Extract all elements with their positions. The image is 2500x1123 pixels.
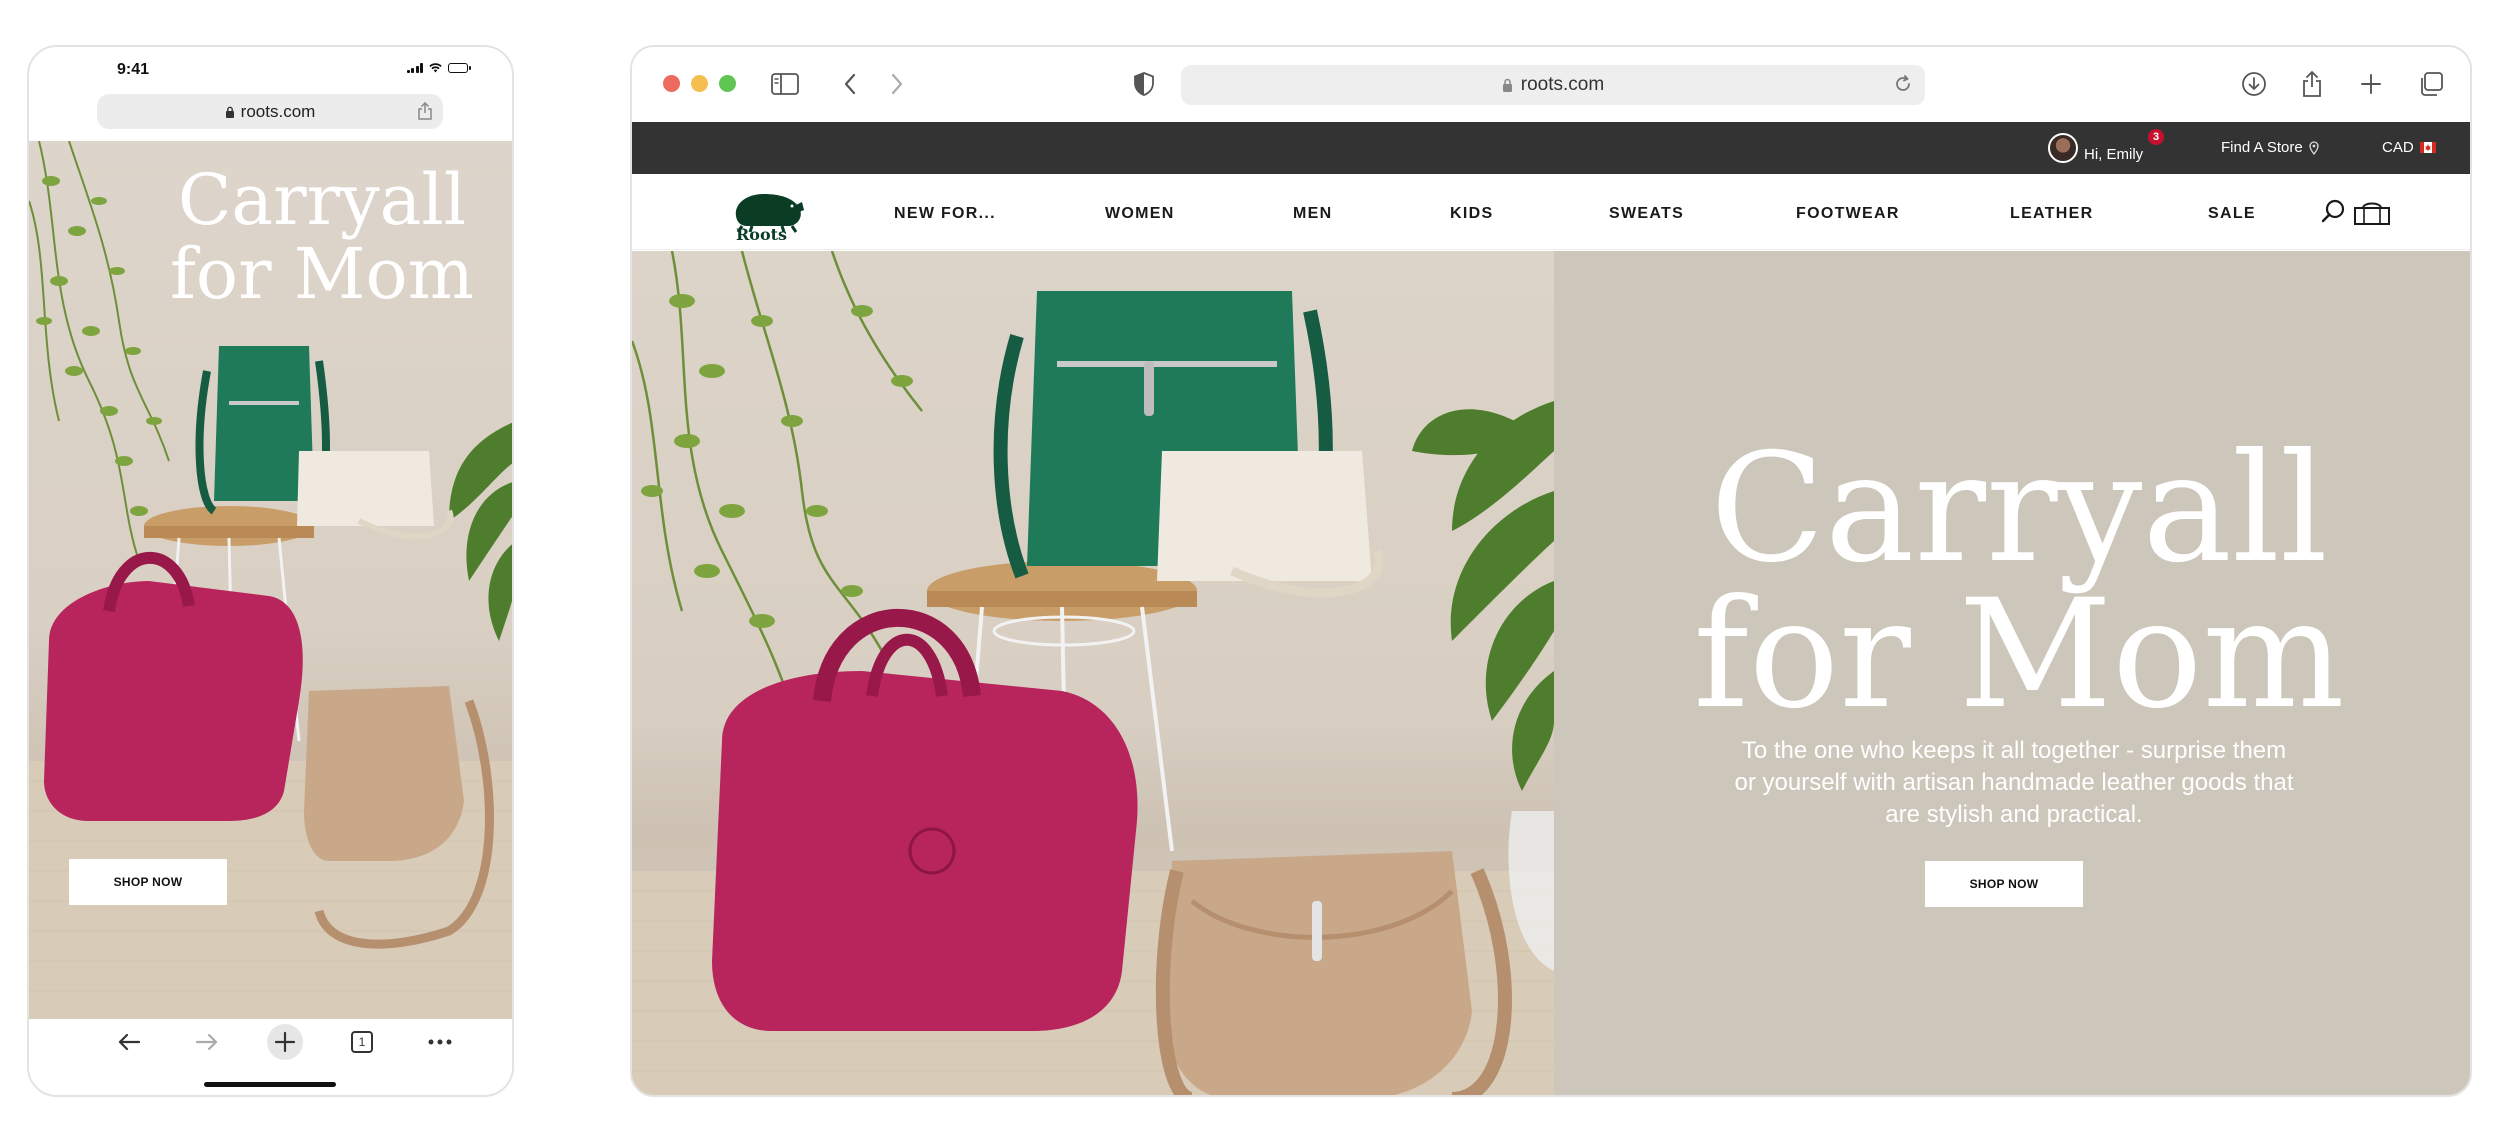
hero-title-line2: for Mom xyxy=(1693,568,2345,742)
hero-bags-illustration xyxy=(632,251,1554,1095)
status-time: 9:41 xyxy=(117,61,150,78)
utility-bar: Hi, Emily 3 Find A Store CAD xyxy=(632,122,2470,174)
find-store-link[interactable]: Find A Store xyxy=(2221,139,2319,156)
wifi-icon xyxy=(429,63,442,73)
reload-icon[interactable] xyxy=(1893,74,1913,94)
hero-title-line1: Carryall xyxy=(1710,422,2328,596)
find-store-text: Find A Store xyxy=(2221,139,2303,156)
privacy-shield-icon[interactable] xyxy=(1129,69,1159,99)
more-dots-icon[interactable] xyxy=(425,1027,455,1057)
hero-image xyxy=(632,251,1554,1095)
search-icon[interactable] xyxy=(2320,198,2348,226)
main-navigation: Roots NEW FOR... WOMEN MEN KIDS SWEATS F… xyxy=(632,174,2470,250)
status-icons xyxy=(406,63,471,73)
nav-women[interactable]: WOMEN xyxy=(1105,205,1175,223)
nav-men[interactable]: MEN xyxy=(1293,205,1332,223)
hero-text-panel: Carryall for Mom To the one who keeps it… xyxy=(1554,251,2470,1095)
hero-description: To the one who keeps it all together - s… xyxy=(1734,737,2294,828)
tabs-count: 1 xyxy=(358,1035,366,1049)
phone-url-text: roots.com xyxy=(240,101,316,121)
phone-hero-title: Carryall for Mom xyxy=(162,163,482,311)
nav-sale[interactable]: SALE xyxy=(2208,205,2256,223)
canada-flag-icon xyxy=(2419,142,2436,153)
downloads-icon[interactable] xyxy=(2239,69,2269,99)
nav-leather[interactable]: LEATHER xyxy=(2010,205,2093,223)
sidebar-toggle-icon[interactable] xyxy=(770,69,800,99)
phone-hero-title-line1: Carryall xyxy=(177,159,467,241)
account-link[interactable]: Hi, Emily xyxy=(2048,133,2144,169)
lock-icon xyxy=(1502,78,1512,92)
phone-frame: 9:41 roots.com Carryall for Mom SHOP NOW… xyxy=(27,45,514,1097)
address-bar[interactable]: roots.com xyxy=(1181,65,1925,105)
tabs-icon[interactable]: 1 xyxy=(347,1027,377,1057)
tab-overview-icon[interactable] xyxy=(2416,69,2446,99)
shopping-bag-icon[interactable] xyxy=(2352,200,2392,226)
phone-browser-toolbar: 1 xyxy=(29,1019,512,1095)
address-bar-url: roots.com xyxy=(1520,74,1605,95)
minimize-window-button[interactable] xyxy=(691,75,708,92)
desktop-browser-window: roots.com Hi, Emily 3 Find A Store CAD R… xyxy=(630,45,2472,1097)
share-icon[interactable] xyxy=(2297,69,2327,99)
phone-hero-banner: Carryall for Mom SHOP NOW xyxy=(29,141,512,1023)
forward-chevron-icon[interactable] xyxy=(882,69,912,99)
back-arrow-icon[interactable] xyxy=(114,1027,144,1057)
currency-selector[interactable]: CAD xyxy=(2382,139,2436,156)
zoom-window-button[interactable] xyxy=(719,75,736,92)
nav-kids[interactable]: KIDS xyxy=(1450,205,1493,223)
cellular-signal-icon xyxy=(406,63,423,73)
back-chevron-icon[interactable] xyxy=(835,69,865,99)
hero-banner: Carryall for Mom To the one who keeps it… xyxy=(632,251,2470,1095)
avatar xyxy=(2048,133,2078,163)
notification-badge: 3 xyxy=(2148,129,2164,145)
currency-text: CAD xyxy=(2382,139,2414,156)
close-window-button[interactable] xyxy=(663,75,680,92)
new-tab-plus-icon[interactable] xyxy=(2356,69,2386,99)
nav-new-for[interactable]: NEW FOR... xyxy=(894,205,996,223)
nav-sweats[interactable]: SWEATS xyxy=(1609,205,1684,223)
battery-icon xyxy=(448,63,471,73)
phone-status-bar: 9:41 xyxy=(29,47,512,87)
phone-hero-title-line2: for Mom xyxy=(170,233,474,315)
new-tab-plus-icon[interactable] xyxy=(267,1024,303,1060)
logo-wordmark: Roots xyxy=(736,225,788,244)
hero-shop-now-button[interactable]: SHOP NOW xyxy=(1925,861,2083,907)
browser-toolbar: roots.com xyxy=(632,47,2470,122)
forward-arrow-icon[interactable] xyxy=(192,1027,222,1057)
phone-shop-now-button[interactable]: SHOP NOW xyxy=(69,859,227,905)
lock-icon xyxy=(225,106,234,118)
home-indicator xyxy=(204,1082,336,1087)
hero-title: Carryall for Mom xyxy=(1554,422,2470,742)
greeting-text: Hi, Emily xyxy=(2084,145,2144,163)
phone-address-bar[interactable]: roots.com xyxy=(97,94,443,129)
nav-footwear[interactable]: FOOTWEAR xyxy=(1796,205,1900,223)
map-pin-icon xyxy=(2309,140,2319,155)
share-icon[interactable] xyxy=(417,102,433,120)
